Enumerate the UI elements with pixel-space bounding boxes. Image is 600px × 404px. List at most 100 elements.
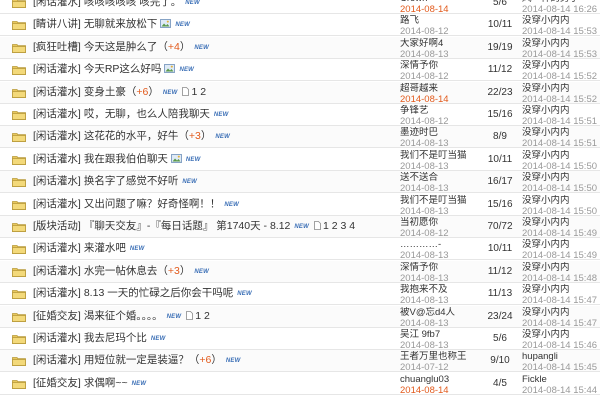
last-poster-name[interactable]: 没穿小内内: [522, 83, 600, 94]
thread-category-link[interactable]: [版块活动]: [33, 220, 81, 232]
last-poster-name[interactable]: 没穿小内内: [522, 38, 600, 49]
last-post-date[interactable]: 2014-08-14 15:47: [522, 295, 600, 306]
thread-topic-link[interactable]: 渴来征个婚。。。。: [84, 310, 163, 322]
thread-category-link[interactable]: [闲话灌水]: [33, 0, 81, 8]
last-poster-name[interactable]: 没穿小内内: [522, 307, 600, 318]
last-post-date[interactable]: 2014-08-14 15:52: [522, 94, 600, 105]
thread-category-link[interactable]: [闲话灌水]: [33, 354, 81, 366]
table-row[interactable]: [征婚交友] 求偶啊~~ NEW chuanglu03 2014-08-14 4/5 Fic…: [0, 373, 600, 396]
last-poster-name[interactable]: 没穿小内内: [522, 127, 600, 138]
last-post-info: 没穿小内内 2014-08-14 15:48: [522, 262, 600, 284]
table-row[interactable]: [闲话灌水] 换名字了感觉不好听 NEW 送不送合 2014-08-13 16/17 没穿小…: [0, 171, 600, 194]
page-links[interactable]: 1 2: [195, 310, 210, 322]
thread-topic-link[interactable]: 来灌水吧: [84, 242, 126, 254]
thread-title: [闲话灌水] 我去尼玛个比 NEW: [33, 330, 165, 347]
last-post-date[interactable]: 2014-08-14 15:46: [522, 340, 600, 351]
last-post-date[interactable]: 2014-08-14 15:53: [522, 26, 600, 37]
thread-topic-link[interactable]: 今天RP这么好吗: [84, 63, 162, 75]
thread-topic-link[interactable]: 这花花的水平，好牛: [84, 130, 179, 142]
last-poster-name[interactable]: Fickle: [522, 374, 600, 385]
thread-category-link[interactable]: [睛讲八讲]: [33, 18, 81, 30]
last-poster-name[interactable]: 没穿小内内: [522, 60, 600, 71]
page-icon: [186, 309, 194, 320]
thread-topic-link[interactable]: 换名字了感觉不好听: [84, 175, 179, 187]
table-row[interactable]: [闲话灌水] 我在跟我伯伯聊天 NEW 我们不是叮当猫 2014-08-13 10/11 没…: [0, 149, 600, 172]
last-post-date[interactable]: 2014-08-14 15:49: [522, 228, 600, 239]
table-row[interactable]: [征婚交友] 渴来征个婚。。。。 NEW 1 2 被V@忘d4人 2014-08-13 23…: [0, 305, 600, 329]
last-post-date[interactable]: 2014-08-14 15:44: [522, 385, 600, 396]
last-post-date[interactable]: 2014-08-14 16:26: [522, 4, 600, 15]
thread-topic-link[interactable]: 用短位就一定是装逼？: [84, 354, 189, 366]
last-poster-name[interactable]: 没穿小内内: [522, 15, 600, 26]
last-poster-name[interactable]: 没穿小内内: [522, 239, 600, 250]
last-poster-name[interactable]: 没穿小内内: [522, 105, 600, 116]
last-post-date[interactable]: 2014-08-14 15:45: [522, 362, 600, 373]
thread-category-link[interactable]: [征婚交友]: [33, 377, 81, 389]
thread-category-link[interactable]: [闲话灌水]: [33, 287, 81, 299]
new-badge: NEW: [166, 313, 182, 320]
last-post-date[interactable]: 2014-08-14 15:51: [522, 138, 600, 149]
last-poster-name[interactable]: 没穿小内内: [522, 195, 600, 206]
last-poster-name[interactable]: 没穿小内内: [522, 172, 600, 183]
thread-topic-link[interactable]: 变身土豪: [84, 86, 126, 98]
thread-topic-link[interactable]: 咳咳咳咳咳 咳完了。: [84, 0, 181, 8]
thread-category-link[interactable]: [闲话灌水]: [33, 153, 81, 165]
last-post-date[interactable]: 2014-08-14 15:50: [522, 206, 600, 217]
thread-topic-link[interactable]: 我去尼玛个比: [84, 332, 147, 344]
thread-topic-link[interactable]: 今天这是肿么了: [84, 41, 158, 53]
last-poster-name[interactable]: 没穿小内内: [522, 262, 600, 273]
table-row[interactable]: [闲话灌水] 又出问题了嘛？好奇怪啊！！ NEW 我们不是叮当猫 2014-08-13 1…: [0, 194, 600, 217]
last-post-date[interactable]: 2014-08-14 15:50: [522, 161, 600, 172]
table-row[interactable]: [闲话灌水] 今天RP这么好吗 NEW 深情予你 2014-08-12 11/12 没穿小内…: [0, 59, 600, 82]
folder-icon: [12, 155, 26, 165]
reply-view-count: 10/11: [487, 243, 513, 255]
table-row[interactable]: [睛讲八讲] 无聊就来放松下 NEW 路飞 2014-08-12 10/11 没穿小内内 20…: [0, 14, 600, 37]
table-row[interactable]: [闲话灌水] 用短位就一定是装逼？（+6） NEW 王者万里也称王 2014-07-12…: [0, 350, 600, 373]
last-poster-name[interactable]: 没穿小内内: [522, 217, 600, 228]
last-poster-name[interactable]: 没穿小内内: [522, 284, 600, 295]
page-links[interactable]: 1 2: [191, 86, 206, 98]
thread-topic-link[interactable]: 哎，无聊，也么人陪我聊天: [84, 108, 210, 120]
last-post-date[interactable]: 2014-08-14 15:51: [522, 116, 600, 127]
last-poster-name[interactable]: 没穿小内内: [522, 150, 600, 161]
thread-category-link[interactable]: [闲话灌水]: [33, 265, 81, 277]
last-poster-name[interactable]: hupangli: [522, 351, 600, 362]
last-post-date[interactable]: 2014-08-14 15:50: [522, 183, 600, 194]
last-post-date[interactable]: 2014-08-14 15:52: [522, 71, 600, 82]
thread-category-link[interactable]: [闲话灌水]: [33, 63, 81, 75]
thread-topic-link[interactable]: 又出问题了嘛？好奇怪啊！！: [84, 198, 221, 210]
thread-category-link[interactable]: [征婚交友]: [33, 310, 81, 322]
page-links[interactable]: 1 2 3 4: [323, 220, 355, 232]
last-post-date[interactable]: 2014-08-14 15:49: [522, 250, 600, 261]
table-row[interactable]: [闲话灌水] 这花花的水平，好牛（+3） NEW 墨迹时巴 2014-08-13 8/9 没…: [0, 126, 600, 149]
thread-topic-link[interactable]: 『聊天交友』-『每日话题』 第1740天 - 8.12: [84, 220, 291, 232]
reply-view-count: 70/72: [487, 221, 513, 232]
thread-category-link[interactable]: [闲话灌水]: [33, 86, 81, 98]
thread-category-link[interactable]: [闲话灌水]: [33, 130, 81, 142]
table-row[interactable]: [闲话灌水] 变身土豪（+6） NEW 1 2 超哥越来 2014-08-14 22/23 没…: [0, 81, 600, 105]
last-poster-name[interactable]: 没穿小内内: [522, 329, 600, 340]
thread-category-link[interactable]: [疯狂吐槽]: [33, 41, 81, 53]
thread-category-link[interactable]: [闲话灌水]: [33, 175, 81, 187]
last-post-date[interactable]: 2014-08-14 15:53: [522, 49, 600, 60]
thread-category-link[interactable]: [闲话灌水]: [33, 108, 81, 120]
thread-topic-link[interactable]: 水完一帖休息去: [84, 265, 158, 277]
table-row[interactable]: [闲话灌水] 哎，无聊，也么人陪我聊天 NEW 争锋艺 2014-08-12 15/16 没…: [0, 104, 600, 127]
thread-topic-link[interactable]: 我在跟我伯伯聊天: [84, 153, 168, 165]
thread-topic-link[interactable]: 8.13 一天的忙碌之后你会干吗呢: [84, 287, 233, 299]
thread-category-link[interactable]: [闲话灌水]: [33, 198, 81, 210]
thread-topic-link[interactable]: 无聊就来放松下: [84, 18, 158, 30]
thread-category-link[interactable]: [闲话灌水]: [33, 332, 81, 344]
table-row[interactable]: [闲话灌水]咳咳咳咳咳 咳完了。NEWCrown2014-08-145/6风一样…: [0, 0, 600, 15]
table-row[interactable]: [闲话灌水] 我去尼玛个比 NEW 吴江 9fb7 2014-08-13 5/6 没穿小内内…: [0, 328, 600, 351]
table-row[interactable]: [闲话灌水] 水完一帖休息去（+3） NEW 深情予你 2014-08-13 11/12 没…: [0, 260, 600, 284]
table-row[interactable]: [版块活动] 『聊天交友』-『每日话题』 第1740天 - 8.12 NEW 1 2 …: [0, 216, 600, 239]
thread-topic-link[interactable]: 求偶啊~~: [84, 377, 128, 389]
table-row[interactable]: [闲话灌水] 来灌水吧 NEW …………- 2014-08-13 10/11 没穿小内内 20…: [0, 238, 600, 261]
new-badge: NEW: [194, 44, 209, 51]
last-post-date[interactable]: 2014-08-14 15:47: [522, 318, 600, 329]
table-row[interactable]: [闲话灌水] 8.13 一天的忙碌之后你会干吗呢 NEW 我抱来不及 2014-08-1…: [0, 283, 600, 306]
thread-category-link[interactable]: [闲话灌水]: [33, 242, 81, 254]
table-row[interactable]: [疯狂吐槽] 今天这是肿么了（+4） NEW 大家好啊4 2014-08-13 19/19…: [0, 36, 600, 60]
last-post-date[interactable]: 2014-08-14 15:48: [522, 273, 600, 284]
